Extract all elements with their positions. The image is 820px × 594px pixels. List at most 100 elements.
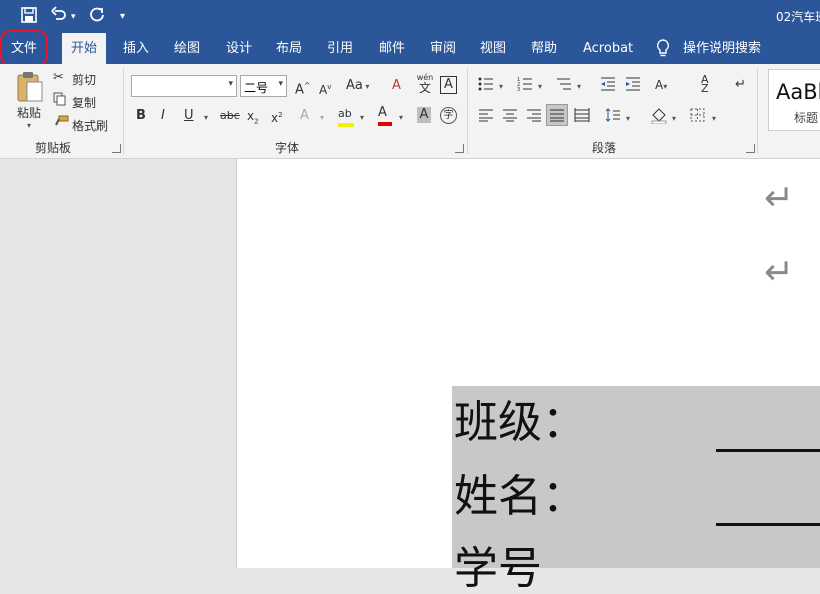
tab-help[interactable]: 帮助 (522, 33, 566, 64)
italic-icon[interactable]: I (161, 107, 165, 125)
undo-dropdown-icon[interactable]: ▾ (71, 6, 76, 28)
cut-button[interactable]: 剪切 (72, 71, 96, 88)
ribbon-tab-bar: 文件 开始 插入 绘图 设计 布局 引用 邮件 审阅 视图 帮助 Acrobat… (0, 33, 820, 64)
strikethrough-icon[interactable]: abc (220, 107, 240, 125)
shaded-text-block: 班级： 姓名： 学号 (452, 386, 820, 594)
font-color-dropdown-icon[interactable]: ▾ (399, 109, 403, 127)
style-heading-label: 标题 (794, 111, 819, 125)
save-icon[interactable] (20, 6, 38, 28)
align-left-icon[interactable] (478, 108, 494, 128)
text-effects-dropdown-icon[interactable]: ▾ (320, 109, 324, 127)
justify-icon[interactable] (546, 104, 568, 126)
name-line: 姓名： (454, 471, 586, 522)
borders-dropdown-icon[interactable]: ▾ (712, 110, 716, 128)
borders-icon[interactable] (690, 108, 706, 128)
font-name-box[interactable]: ▾ (131, 75, 237, 97)
tab-mailings[interactable]: 邮件 (370, 33, 414, 64)
class-underline (716, 449, 820, 452)
tab-file[interactable]: 文件 (2, 33, 46, 64)
paragraph-mark-icon: ↵ (764, 178, 795, 219)
title-bar: ▾ ▾ 02汽车班 (0, 0, 820, 33)
font-launcher-icon[interactable] (455, 144, 464, 153)
scissors-icon: ✂ (53, 70, 64, 85)
change-case-button[interactable]: Aa ▾ (346, 77, 369, 96)
grow-font-icon[interactable]: A^ (295, 77, 311, 99)
clear-formatting-icon[interactable]: A (392, 77, 401, 95)
style-heading-tile[interactable]: AaBb 标题 (768, 69, 820, 131)
tab-view[interactable]: 视图 (471, 33, 515, 64)
clipboard-launcher-icon[interactable] (112, 144, 121, 153)
tab-home[interactable]: 开始 (62, 33, 107, 64)
ribbon-home: 粘贴 ▾ ✂ 剪切 复制 格式刷 剪贴板 ▾ 二号 ▾ A^ Av Aa ▾ A… (0, 64, 820, 159)
paste-dropdown-icon[interactable]: ▾ (27, 121, 31, 130)
align-right-icon[interactable] (526, 108, 542, 128)
tab-layout[interactable]: 布局 (267, 33, 311, 64)
highlight-icon[interactable]: ab (338, 105, 354, 127)
shading-dropdown-icon[interactable]: ▾ (672, 110, 676, 128)
divider (467, 68, 468, 154)
paragraph-group-label: 段落 (592, 141, 617, 155)
sort-icon[interactable]: AZ (701, 74, 709, 94)
style-preview-text: AaBb (776, 80, 820, 104)
highlight-dropdown-icon[interactable]: ▾ (360, 109, 364, 127)
paste-icon[interactable] (15, 70, 45, 108)
copy-icon (53, 92, 67, 112)
underline-dropdown-icon[interactable]: ▾ (204, 109, 208, 127)
show-marks-icon[interactable]: ↵ (735, 76, 746, 94)
svg-text:3: 3 (517, 87, 520, 92)
font-color-icon[interactable]: A (378, 104, 392, 126)
superscript-icon[interactable]: x2 (271, 106, 283, 127)
paragraph-launcher-icon[interactable] (746, 144, 755, 153)
numbering-dropdown-icon[interactable]: ▾ (538, 78, 542, 96)
distributed-icon[interactable] (574, 108, 590, 128)
divider (757, 68, 758, 154)
document-title: 02汽车班 (776, 10, 820, 24)
name-underline (716, 523, 820, 526)
redo-icon[interactable] (88, 6, 106, 28)
chinese-layout-icon[interactable]: A▾ (655, 76, 667, 96)
tab-references[interactable]: 引用 (318, 33, 362, 64)
phonetic-guide-icon[interactable]: wén 文 (416, 73, 434, 95)
font-name-dropdown-icon[interactable]: ▾ (228, 79, 233, 89)
character-shading-icon[interactable]: A (417, 107, 431, 123)
change-case-label: Aa (346, 78, 363, 93)
font-size-dropdown-icon[interactable]: ▾ (278, 79, 283, 89)
paragraph-mark-icon: ↵ (764, 252, 795, 293)
font-size-box[interactable]: 二号 ▾ (240, 75, 287, 97)
shrink-font-icon[interactable]: Av (319, 78, 331, 99)
multilevel-list-icon[interactable] (556, 76, 572, 98)
underline-icon[interactable]: U (184, 107, 194, 125)
numbering-icon[interactable]: 123 (517, 76, 533, 98)
clipboard-group-label: 剪贴板 (35, 141, 72, 155)
shading-icon[interactable] (650, 106, 668, 130)
align-center-icon[interactable] (502, 108, 518, 128)
multilevel-dropdown-icon[interactable]: ▾ (577, 78, 581, 96)
undo-icon[interactable] (50, 6, 68, 28)
text-effects-icon[interactable]: A (300, 107, 309, 125)
decrease-indent-icon[interactable] (600, 76, 616, 98)
character-border-icon[interactable]: A (440, 76, 457, 94)
lightbulb-icon (656, 39, 670, 63)
font-size-value: 二号 (244, 81, 269, 95)
tab-draw[interactable]: 绘图 (165, 33, 209, 64)
subscript-icon[interactable]: x2 (247, 107, 259, 130)
format-painter-icon (53, 115, 69, 135)
increase-indent-icon[interactable] (625, 76, 641, 98)
bullets-icon[interactable] (478, 76, 494, 98)
copy-button[interactable]: 复制 (72, 94, 96, 111)
document-page[interactable]: ↵ ↵ 班级： 姓名： 学号 (237, 159, 820, 594)
customize-toolbar-icon[interactable]: ▾ (120, 6, 125, 28)
tab-review[interactable]: 审阅 (421, 33, 465, 64)
tell-me-search[interactable]: 操作说明搜索 (674, 33, 770, 64)
line-spacing-icon[interactable] (605, 108, 621, 128)
tab-design[interactable]: 设计 (217, 33, 261, 64)
enclose-characters-icon[interactable]: 字 (440, 107, 457, 124)
tab-insert[interactable]: 插入 (114, 33, 158, 64)
paste-button[interactable]: 粘贴 (17, 104, 41, 121)
tab-acrobat[interactable]: Acrobat (574, 33, 642, 64)
bullets-dropdown-icon[interactable]: ▾ (499, 78, 503, 96)
divider (123, 68, 124, 154)
bold-icon[interactable]: B (136, 107, 146, 125)
format-painter-button[interactable]: 格式刷 (72, 117, 108, 134)
line-spacing-dropdown-icon[interactable]: ▾ (626, 110, 630, 128)
